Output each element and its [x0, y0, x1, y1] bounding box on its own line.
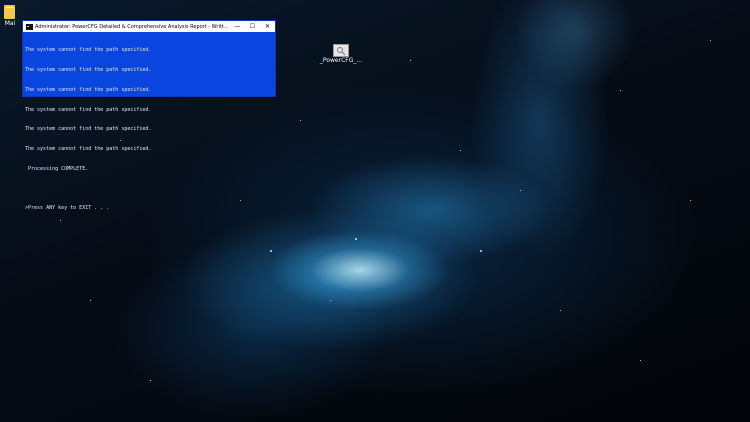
script-icon — [333, 44, 349, 57]
folder-icon — [4, 5, 15, 19]
minimize-button[interactable]: — — [230, 21, 245, 32]
window-title: Administrator: PowerCFG Detailed & Compr… — [35, 23, 230, 30]
console-line: The system cannot find the path specifie… — [25, 86, 152, 93]
desktop-icon-label: _PowerCFG_... — [319, 57, 363, 64]
console-line: Processing COMPLETE. — [25, 165, 89, 172]
title-bar[interactable]: Administrator: PowerCFG Detailed & Compr… — [23, 21, 275, 32]
console-line: The system cannot find the path specifie… — [25, 66, 152, 73]
console-line: The system cannot find the path specifie… — [25, 106, 152, 113]
console-line: The system cannot find the path specifie… — [25, 126, 152, 133]
desktop-icon-powercfg[interactable]: _PowerCFG_... — [317, 44, 365, 65]
console-window[interactable]: Administrator: PowerCFG Detailed & Compr… — [22, 20, 276, 211]
desktop-icon-label: Mai — [4, 20, 16, 27]
console-line: The system cannot find the path specifie… — [25, 47, 152, 54]
console-line: >Press ANY key to EXIT . . . — [25, 205, 110, 212]
cmd-icon — [26, 23, 33, 30]
maximize-button[interactable]: ☐ — [245, 21, 260, 32]
console-line: The system cannot find the path specifie… — [25, 146, 152, 153]
close-button[interactable]: ✕ — [260, 21, 275, 32]
console-output[interactable]: The system cannot find the path specifie… — [23, 32, 275, 227]
